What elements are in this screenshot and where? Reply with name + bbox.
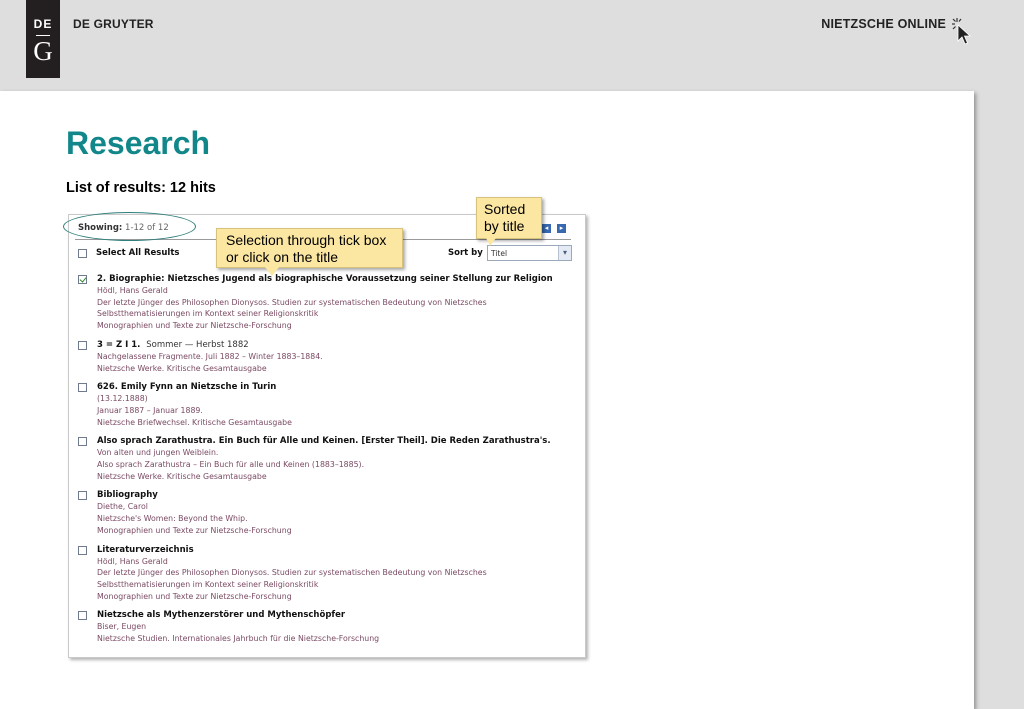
result-item[interactable]: 626. Emily Fynn an Nietzsche in Turin (1… — [78, 381, 579, 428]
sort-label: Sort by — [448, 248, 483, 258]
result-meta: Der letzte Jünger des Philosophen Dionys… — [97, 568, 487, 578]
result-title[interactable]: 3 = Z I 1. Sommer — Herbst 1882 — [97, 339, 579, 351]
de-gruyter-logo[interactable]: DE G — [26, 0, 60, 78]
selection-callout: Selection through tick box or click on t… — [216, 228, 403, 276]
sort-value: Titel — [491, 249, 508, 258]
chevron-down-icon[interactable]: ▾ — [558, 246, 571, 260]
result-meta: Der letzte Jünger des Philosophen Dionys… — [97, 297, 487, 307]
brand-name: DE GRUYTER — [73, 17, 154, 31]
result-meta: Selbstthematisierungen im Kontext seiner… — [97, 309, 319, 319]
sort-callout: Sorted by title — [476, 197, 542, 246]
result-meta: Nietzsche Werke. Kritische Gesamtausgabe — [97, 363, 267, 373]
result-title[interactable]: 2. Biographie: Nietzsches Jugend als bio… — [97, 273, 579, 285]
results-screenshot: Showing: 1-12 of 12 ◂ ▸ Select All Resul… — [68, 214, 586, 658]
select-all-row[interactable]: Select All Results — [78, 248, 179, 258]
result-meta: Nietzsche Briefwechsel. Kritische Gesamt… — [97, 417, 292, 427]
cursor-click-icon — [952, 18, 972, 45]
result-meta: Von alten und jungen Weiblein. — [97, 448, 219, 458]
logo-de-text: DE — [33, 17, 53, 31]
result-title[interactable]: Bibliography — [97, 489, 579, 501]
result-checkbox[interactable] — [78, 491, 87, 501]
result-checkbox[interactable] — [78, 437, 87, 447]
result-meta: Monographien und Texte zur Nietzsche-For… — [97, 321, 292, 331]
showing-highlight-ellipse — [63, 212, 196, 241]
select-all-checkbox[interactable] — [78, 248, 87, 258]
result-item[interactable]: Bibliography Diethe, Carol Nietzsche's W… — [78, 489, 579, 536]
results-count-heading: List of results: 12 hits — [66, 180, 216, 196]
result-checkbox[interactable] — [78, 383, 87, 393]
result-item[interactable]: Literaturverzeichnis Hödl, Hans Gerald D… — [78, 544, 579, 603]
result-meta: Nietzsche Werke. Kritische Gesamtausgabe — [97, 471, 267, 481]
result-title[interactable]: 626. Emily Fynn an Nietzsche in Turin — [97, 381, 579, 393]
pager-next-icon[interactable]: ▸ — [557, 224, 566, 233]
result-item[interactable]: 2. Biographie: Nietzsches Jugend als bio… — [78, 273, 579, 332]
sort-select[interactable]: Titel ▾ — [487, 245, 572, 261]
result-title[interactable]: Literaturverzeichnis — [97, 544, 579, 556]
result-meta: Diethe, Carol — [97, 502, 148, 512]
product-name: NIETZSCHE ONLINE — [821, 17, 946, 31]
result-meta: Monographien und Texte zur Nietzsche-For… — [97, 591, 292, 601]
result-title[interactable]: Also sprach Zarathustra. Ein Buch für Al… — [97, 435, 579, 447]
result-meta: Hödl, Hans Gerald — [97, 556, 168, 566]
result-meta: Nietzsche Studien. Internationales Jahrb… — [97, 634, 380, 644]
result-checkbox[interactable] — [78, 545, 87, 555]
select-all-label[interactable]: Select All Results — [96, 248, 179, 258]
result-meta: Nietzsche's Women: Beyond the Whip. — [97, 514, 248, 524]
result-meta: (13.12.1888) — [97, 394, 148, 404]
result-item[interactable]: 3 = Z I 1. Sommer — Herbst 1882 Nachgela… — [78, 339, 579, 374]
result-checkbox[interactable] — [78, 340, 87, 350]
result-title[interactable]: Nietzsche als Mythenzerstörer und Mythen… — [97, 609, 579, 621]
logo-g-text: G — [33, 36, 53, 66]
result-meta: Hödl, Hans Gerald — [97, 286, 168, 295]
result-meta: Nachgelassene Fragmente. Juli 1882 – Win… — [97, 351, 323, 361]
result-meta: Also sprach Zarathustra – Ein Buch für a… — [97, 460, 365, 470]
result-meta: Biser, Eugen — [97, 622, 147, 632]
result-item[interactable]: Nietzsche als Mythenzerstörer und Mythen… — [78, 609, 579, 644]
pager-prev-icon[interactable]: ◂ — [542, 224, 551, 233]
results-list: 2. Biographie: Nietzsches Jugend als bio… — [78, 273, 579, 652]
page-title: Research — [66, 125, 211, 161]
result-title-extra: Sommer — Herbst 1882 — [146, 339, 249, 350]
result-meta: Selbstthematisierungen im Kontext seiner… — [97, 579, 319, 589]
result-meta: Monographien und Texte zur Nietzsche-For… — [97, 525, 292, 535]
result-item[interactable]: Also sprach Zarathustra. Ein Buch für Al… — [78, 435, 579, 482]
result-checkbox[interactable] — [78, 275, 87, 284]
result-checkbox[interactable] — [78, 611, 87, 621]
result-meta: Januar 1887 – Januar 1889. — [97, 405, 203, 415]
